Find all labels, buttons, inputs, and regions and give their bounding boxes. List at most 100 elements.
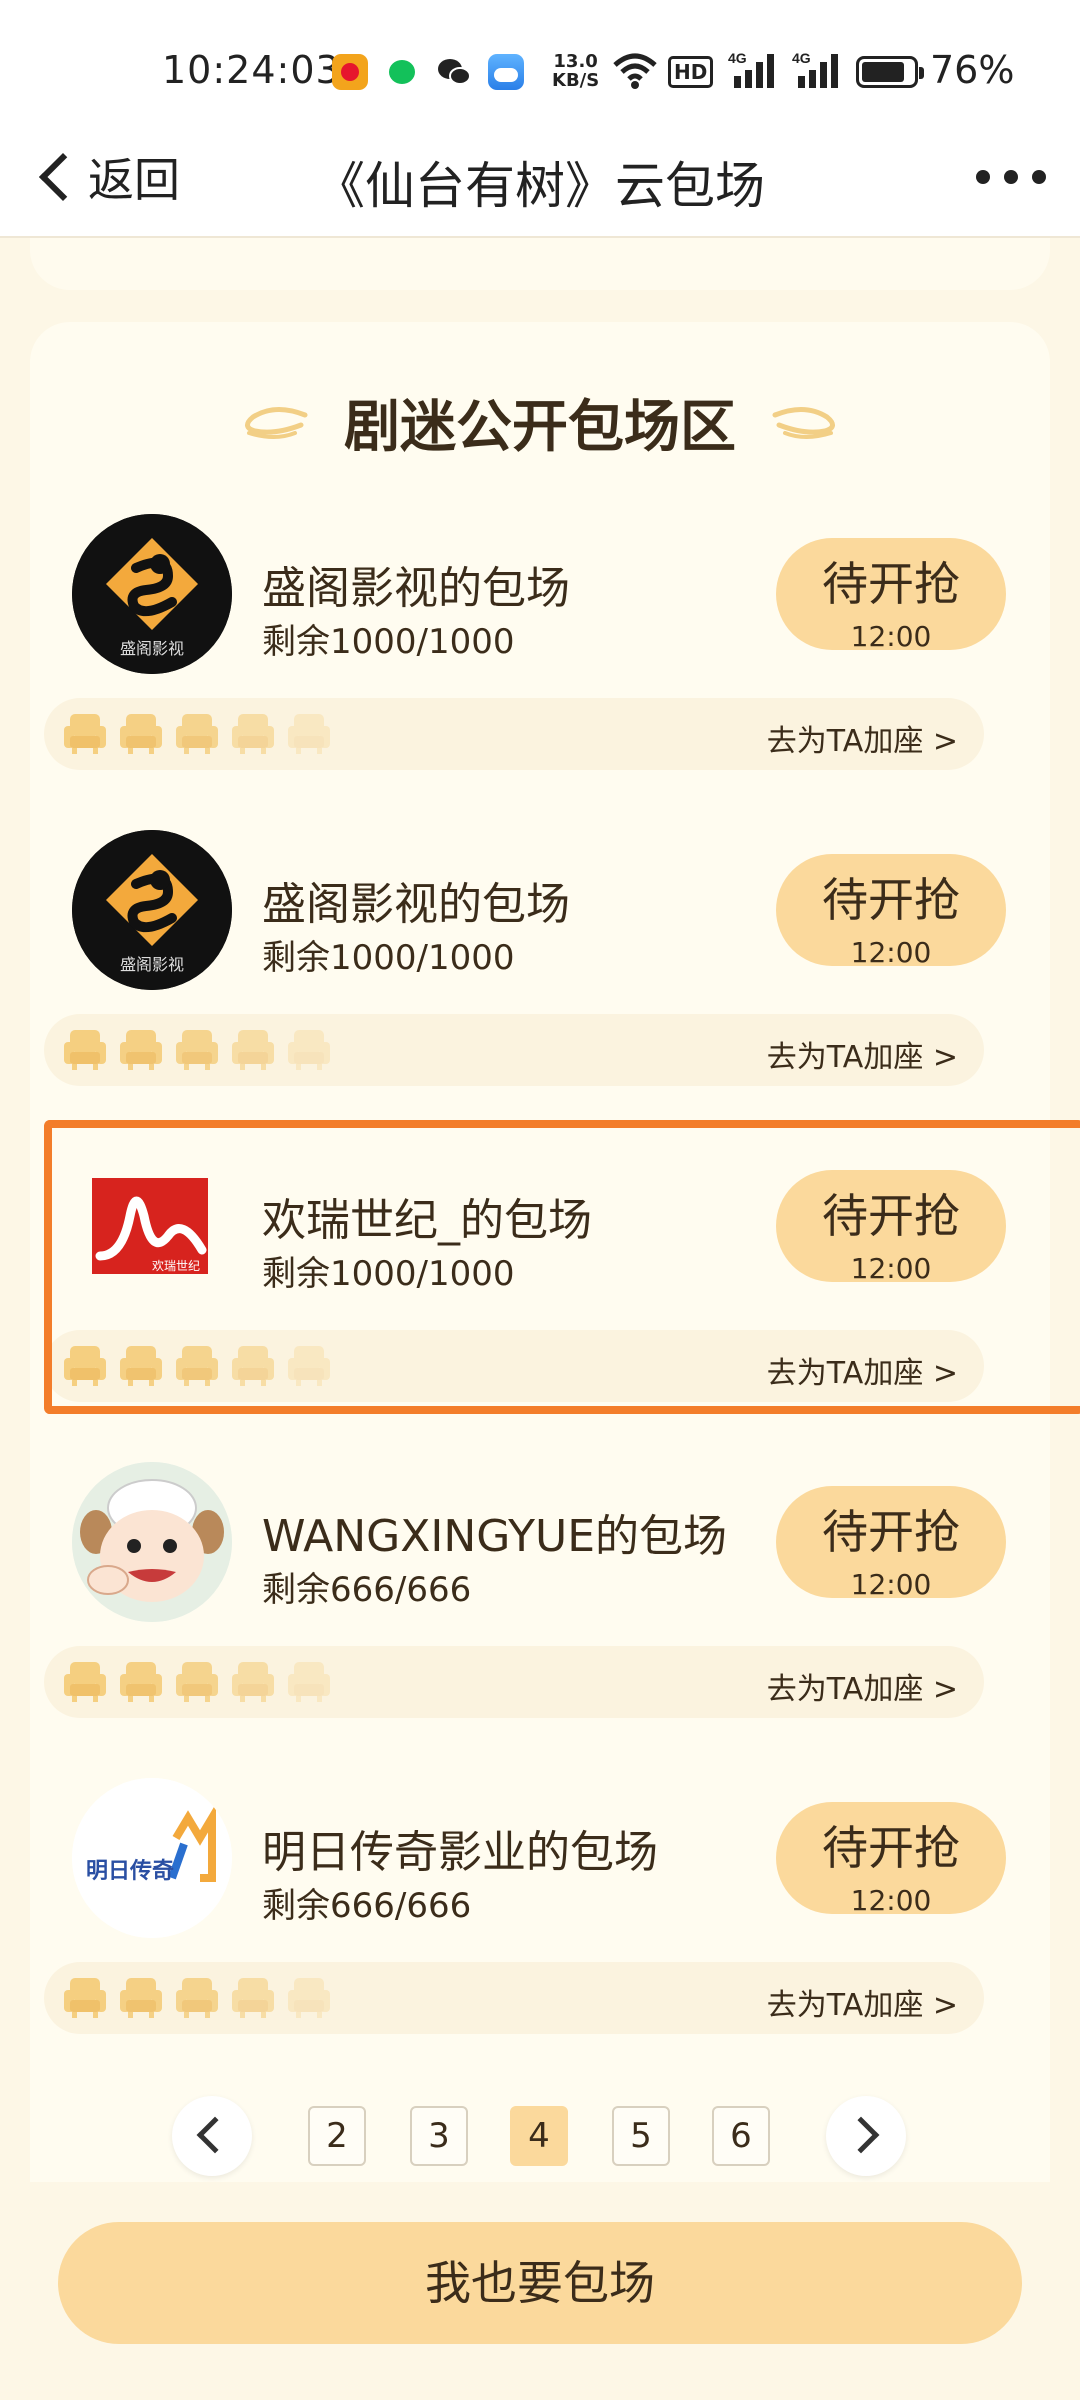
seat-icon	[62, 1028, 108, 1070]
add-seat-link[interactable]: 去为TA加座 >	[767, 1980, 958, 2024]
more-dot-icon	[976, 170, 990, 184]
seat-icon	[286, 1028, 332, 1070]
seat-icon	[118, 1660, 164, 1702]
message-notification-icon	[384, 54, 420, 90]
signal-icon-sim1: 4G	[728, 50, 778, 94]
battery-percent: 76%	[930, 48, 1015, 92]
grab-button-time: 12:00	[850, 1884, 932, 1917]
bottom-bar: 我也要包场	[0, 2182, 1080, 2400]
seat-icon	[174, 1660, 220, 1702]
section-header: 剧迷公开包场区	[30, 382, 1050, 463]
add-seat-link[interactable]: 去为TA加座 >	[767, 1664, 958, 1708]
wechat-notification-icon	[436, 54, 472, 90]
seat-icon	[118, 1976, 164, 2018]
seat-icon	[286, 1976, 332, 2018]
chevron-right-icon	[842, 2116, 880, 2154]
grab-button[interactable]: 待开抢 12:00	[776, 1802, 1006, 1917]
svg-text:明日传奇: 明日传奇	[86, 1858, 174, 1884]
mingri-chuanqi-logo-icon: 明日传奇	[72, 1778, 232, 1938]
network-speed-unit: KB/S	[552, 70, 600, 91]
seat-icon	[62, 1660, 108, 1702]
grab-button[interactable]: 待开抢 12:00	[776, 854, 1006, 969]
seat-bar[interactable]: 去为TA加座 >	[44, 1962, 984, 2034]
svg-text:4G: 4G	[792, 50, 811, 66]
list-item: 明日传奇 明日传奇影业的包场 剩余666/666 待开抢 12:00 去为TA加…	[44, 1778, 1006, 2078]
seat-icon	[118, 712, 164, 754]
seat-icon	[230, 712, 276, 754]
svg-text:4G: 4G	[728, 50, 747, 66]
avatar[interactable]: 明日传奇	[72, 1778, 232, 1938]
avatar[interactable]	[72, 1462, 232, 1622]
grab-button-label: 待开抢	[822, 1821, 960, 1875]
book-venue-button[interactable]: 我也要包场	[58, 2222, 1022, 2344]
seat-icon	[174, 712, 220, 754]
page-title: 《仙台有树》云包场	[315, 157, 765, 215]
section-title: 剧迷公开包场区	[344, 395, 736, 460]
seat-icon	[174, 1028, 220, 1070]
list-item: WANGXINGYUE的包场 剩余666/666 待开抢 12:00 去为TA加…	[44, 1462, 1006, 1762]
grab-button[interactable]: 待开抢 12:00	[776, 538, 1006, 653]
seat-row	[62, 1028, 332, 1070]
grab-button-time: 12:00	[850, 620, 932, 653]
grab-button[interactable]: 待开抢 12:00	[776, 1486, 1006, 1601]
item-remaining: 剩余1000/1000	[262, 938, 515, 978]
item-name: 盛阁影视的包场	[262, 563, 570, 614]
chevron-left-icon	[196, 2116, 234, 2154]
network-speed-value: 13.0	[553, 51, 598, 72]
avatar[interactable]: 盛阁影视	[72, 514, 232, 674]
signal-icon-sim2: 4G	[792, 50, 842, 94]
svg-text:盛阁影视: 盛阁影视	[120, 639, 184, 658]
swirl-left-icon	[244, 406, 308, 439]
previous-section-card	[30, 238, 1050, 290]
seat-icon	[118, 1028, 164, 1070]
pagination: 2 3 4 5 6	[0, 2096, 1080, 2176]
seat-icon	[62, 1976, 108, 2018]
seat-bar[interactable]: 去为TA加座 >	[44, 1014, 984, 1086]
page-button[interactable]: 2	[308, 2106, 366, 2166]
seat-bar[interactable]: 去为TA加座 >	[44, 698, 984, 770]
weibo-notification-icon	[332, 54, 368, 90]
page-button-current[interactable]: 4	[510, 2106, 568, 2166]
highlight-annotation-box	[44, 1120, 1080, 1414]
hd-voice-icon: HD	[668, 56, 714, 88]
seat-icon	[230, 1660, 276, 1702]
shengge-logo-icon: 盛阁影视	[72, 830, 232, 990]
weather-notification-icon	[488, 54, 524, 90]
list-item: 盛阁影视 盛阁影视的包场 剩余1000/1000 待开抢 12:00 去为TA加…	[44, 830, 1006, 1130]
grab-button-label: 待开抢	[822, 873, 960, 927]
grab-button-time: 12:00	[850, 936, 932, 969]
grab-button-label: 待开抢	[822, 557, 960, 611]
avatar[interactable]: 盛阁影视	[72, 830, 232, 990]
seat-icon	[230, 1028, 276, 1070]
item-remaining: 剩余666/666	[262, 1570, 472, 1610]
next-page-button[interactable]	[826, 2096, 906, 2176]
list-item: 盛阁影视 盛阁影视的包场 剩余1000/1000 待开抢 12:00 去为TA加…	[44, 514, 1006, 814]
more-dot-icon	[1032, 170, 1046, 184]
page-button[interactable]: 3	[410, 2106, 468, 2166]
add-seat-link[interactable]: 去为TA加座 >	[767, 716, 958, 760]
seat-row	[62, 712, 332, 754]
grab-button-label: 待开抢	[822, 1505, 960, 1559]
seat-row	[62, 1660, 332, 1702]
page-button[interactable]: 6	[712, 2106, 770, 2166]
previous-page-button[interactable]	[172, 2096, 252, 2176]
wifi-icon	[612, 52, 658, 94]
page-button[interactable]: 5	[612, 2106, 670, 2166]
seat-icon	[62, 712, 108, 754]
battery-icon	[856, 56, 924, 88]
grab-button-time: 12:00	[850, 1568, 932, 1601]
item-remaining: 剩余1000/1000	[262, 622, 515, 662]
more-options-button[interactable]	[976, 170, 1046, 184]
svg-text:盛阁影视: 盛阁影视	[120, 955, 184, 974]
item-name: 明日传奇影业的包场	[262, 1827, 658, 1878]
sheep-cartoon-avatar-icon	[72, 1462, 232, 1622]
network-speed: 13.0 KB/S	[552, 52, 599, 90]
item-name: WANGXINGYUE的包场	[262, 1511, 728, 1562]
more-dot-icon	[1004, 170, 1018, 184]
seat-bar[interactable]: 去为TA加座 >	[44, 1646, 984, 1718]
swirl-right-icon	[772, 406, 836, 439]
item-remaining: 剩余666/666	[262, 1886, 472, 1926]
add-seat-link[interactable]: 去为TA加座 >	[767, 1032, 958, 1076]
status-time: 10:24:03	[162, 48, 341, 92]
shengge-logo-icon: 盛阁影视	[72, 514, 232, 674]
